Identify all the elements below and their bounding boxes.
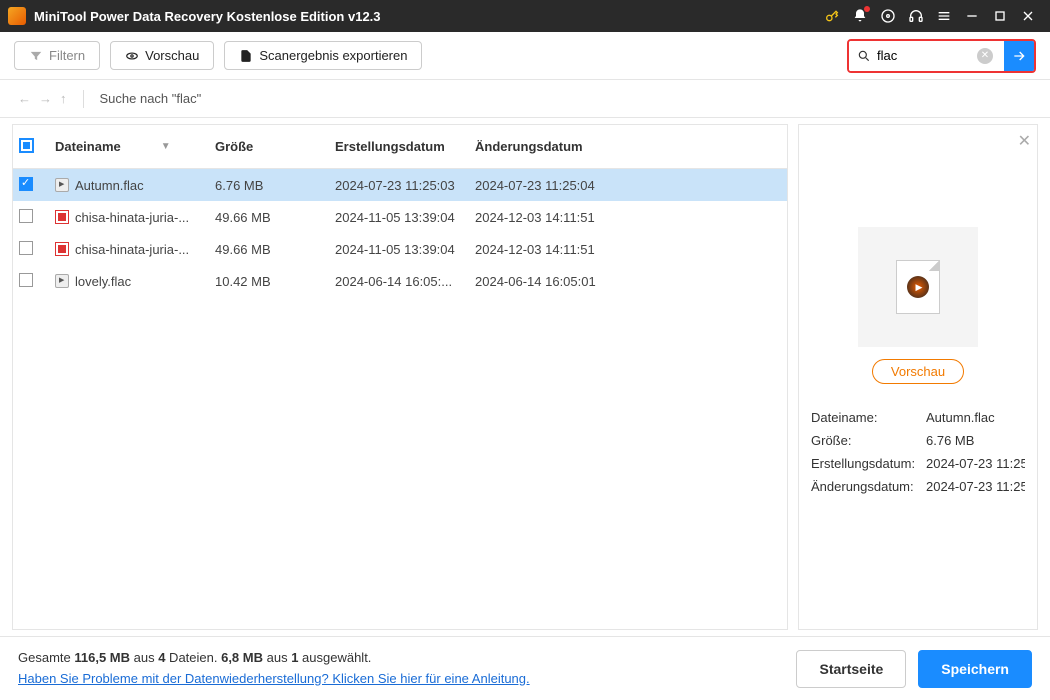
col-created[interactable]: Erstellungsdatum xyxy=(335,139,475,154)
app-icon xyxy=(8,7,26,25)
audio-file-icon xyxy=(55,274,69,288)
nav-bar: ← → ↑ Suche nach "flac" xyxy=(0,80,1050,118)
divider xyxy=(83,90,84,108)
bell-icon[interactable] xyxy=(846,2,874,30)
select-all-checkbox[interactable] xyxy=(19,138,34,153)
export-label: Scanergebnis exportieren xyxy=(259,48,407,63)
status-summary: Gesamte 116,5 MB aus 4 Dateien. 6,8 MB a… xyxy=(18,648,530,669)
detail-name-label: Dateiname: xyxy=(811,410,926,425)
headphones-icon[interactable] xyxy=(902,2,930,30)
file-name: chisa-hinata-juria-... xyxy=(75,210,189,225)
pdf-file-icon xyxy=(55,242,69,256)
row-checkbox[interactable] xyxy=(19,273,33,287)
disc-icon[interactable] xyxy=(874,2,902,30)
file-created: 2024-07-23 11:25:03 xyxy=(335,178,475,193)
menu-icon[interactable] xyxy=(930,2,958,30)
search-icon xyxy=(857,49,871,63)
detail-name-value: Autumn.flac xyxy=(926,410,1025,425)
home-button[interactable]: Startseite xyxy=(796,650,906,688)
arrow-right-icon xyxy=(1011,48,1027,64)
nav-forward-icon[interactable]: → xyxy=(39,91,52,106)
close-button[interactable] xyxy=(1014,2,1042,30)
toolbar: Filtern Vorschau Scanergebnis exportiere… xyxy=(0,32,1050,80)
filter-icon xyxy=(29,49,43,63)
table-row[interactable]: chisa-hinata-juria-... 49.66 MB2024-11-05… xyxy=(13,233,787,265)
help-link[interactable]: Haben Sie Probleme mit der Datenwiederhe… xyxy=(18,671,530,686)
col-filename[interactable]: Dateiname xyxy=(55,139,121,154)
file-name: lovely.flac xyxy=(75,274,131,289)
detail-modified-label: Änderungsdatum: xyxy=(811,479,926,494)
filter-button[interactable]: Filtern xyxy=(14,41,100,70)
clear-search-icon[interactable] xyxy=(977,48,993,64)
content-area: Dateiname ▼ Größe Erstellungsdatum Änder… xyxy=(0,118,1050,636)
preview-button[interactable]: Vorschau xyxy=(110,41,214,70)
file-modified: 2024-12-03 14:11:51 xyxy=(475,210,625,225)
detail-size-label: Größe: xyxy=(811,433,926,448)
file-size: 6.76 MB xyxy=(215,178,335,193)
detail-size-value: 6.76 MB xyxy=(926,433,1025,448)
detail-created-label: Erstellungsdatum: xyxy=(811,456,926,471)
play-icon xyxy=(907,276,929,298)
row-checkbox[interactable] xyxy=(19,209,33,223)
preview-file-button[interactable]: Vorschau xyxy=(872,359,964,384)
breadcrumb: Suche nach "flac" xyxy=(100,91,202,106)
eye-icon xyxy=(125,49,139,63)
file-created: 2024-06-14 16:05:... xyxy=(335,274,475,289)
key-icon[interactable] xyxy=(818,2,846,30)
table-row[interactable]: Autumn.flac 6.76 MB2024-07-23 11:25:03202… xyxy=(13,169,787,201)
export-icon xyxy=(239,49,253,63)
col-size[interactable]: Größe xyxy=(215,139,335,154)
preview-label: Vorschau xyxy=(145,48,199,63)
detail-modified-value: 2024-07-23 11:25:04 xyxy=(926,479,1025,494)
search-go-button[interactable] xyxy=(1004,41,1034,71)
file-name: Autumn.flac xyxy=(75,178,144,193)
export-button[interactable]: Scanergebnis exportieren xyxy=(224,41,422,70)
search-input[interactable] xyxy=(877,48,977,63)
file-modified: 2024-07-23 11:25:04 xyxy=(475,178,625,193)
nav-back-icon[interactable]: ← xyxy=(18,91,31,106)
table-header: Dateiname ▼ Größe Erstellungsdatum Änder… xyxy=(13,125,787,169)
table-row[interactable]: lovely.flac 10.42 MB2024-06-14 16:05:...2… xyxy=(13,265,787,297)
save-button[interactable]: Speichern xyxy=(918,650,1032,688)
table-row[interactable]: chisa-hinata-juria-... 49.66 MB2024-11-05… xyxy=(13,201,787,233)
file-table: Dateiname ▼ Größe Erstellungsdatum Änder… xyxy=(12,124,788,630)
file-size: 10.42 MB xyxy=(215,274,335,289)
file-details: Dateiname:Autumn.flac Größe:6.76 MB Erst… xyxy=(811,410,1025,494)
file-modified: 2024-06-14 16:05:01 xyxy=(475,274,625,289)
window-title: MiniTool Power Data Recovery Kostenlose … xyxy=(34,9,818,24)
minimize-button[interactable] xyxy=(958,2,986,30)
status-bar: Gesamte 116,5 MB aus 4 Dateien. 6,8 MB a… xyxy=(0,636,1050,700)
detail-created-value: 2024-07-23 11:25:03 xyxy=(926,456,1025,471)
pdf-file-icon xyxy=(55,210,69,224)
row-checkbox[interactable] xyxy=(19,177,33,191)
audio-file-icon xyxy=(55,178,69,192)
preview-pane: ✕ Vorschau Dateiname:Autumn.flac Größe:6… xyxy=(798,124,1038,630)
file-size: 49.66 MB xyxy=(215,210,335,225)
maximize-button[interactable] xyxy=(986,2,1014,30)
file-name: chisa-hinata-juria-... xyxy=(75,242,189,257)
file-created: 2024-11-05 13:39:04 xyxy=(335,210,475,225)
nav-up-icon[interactable]: ↑ xyxy=(60,91,67,106)
preview-thumbnail xyxy=(858,227,978,347)
sort-caret-icon[interactable]: ▼ xyxy=(161,141,171,152)
titlebar: MiniTool Power Data Recovery Kostenlose … xyxy=(0,0,1050,32)
row-checkbox[interactable] xyxy=(19,241,33,255)
col-modified[interactable]: Änderungsdatum xyxy=(475,139,625,154)
search-box xyxy=(847,39,1036,73)
filter-label: Filtern xyxy=(49,48,85,63)
file-size: 49.66 MB xyxy=(215,242,335,257)
file-created: 2024-11-05 13:39:04 xyxy=(335,242,475,257)
close-icon[interactable]: ✕ xyxy=(1018,131,1031,151)
file-modified: 2024-12-03 14:11:51 xyxy=(475,242,625,257)
